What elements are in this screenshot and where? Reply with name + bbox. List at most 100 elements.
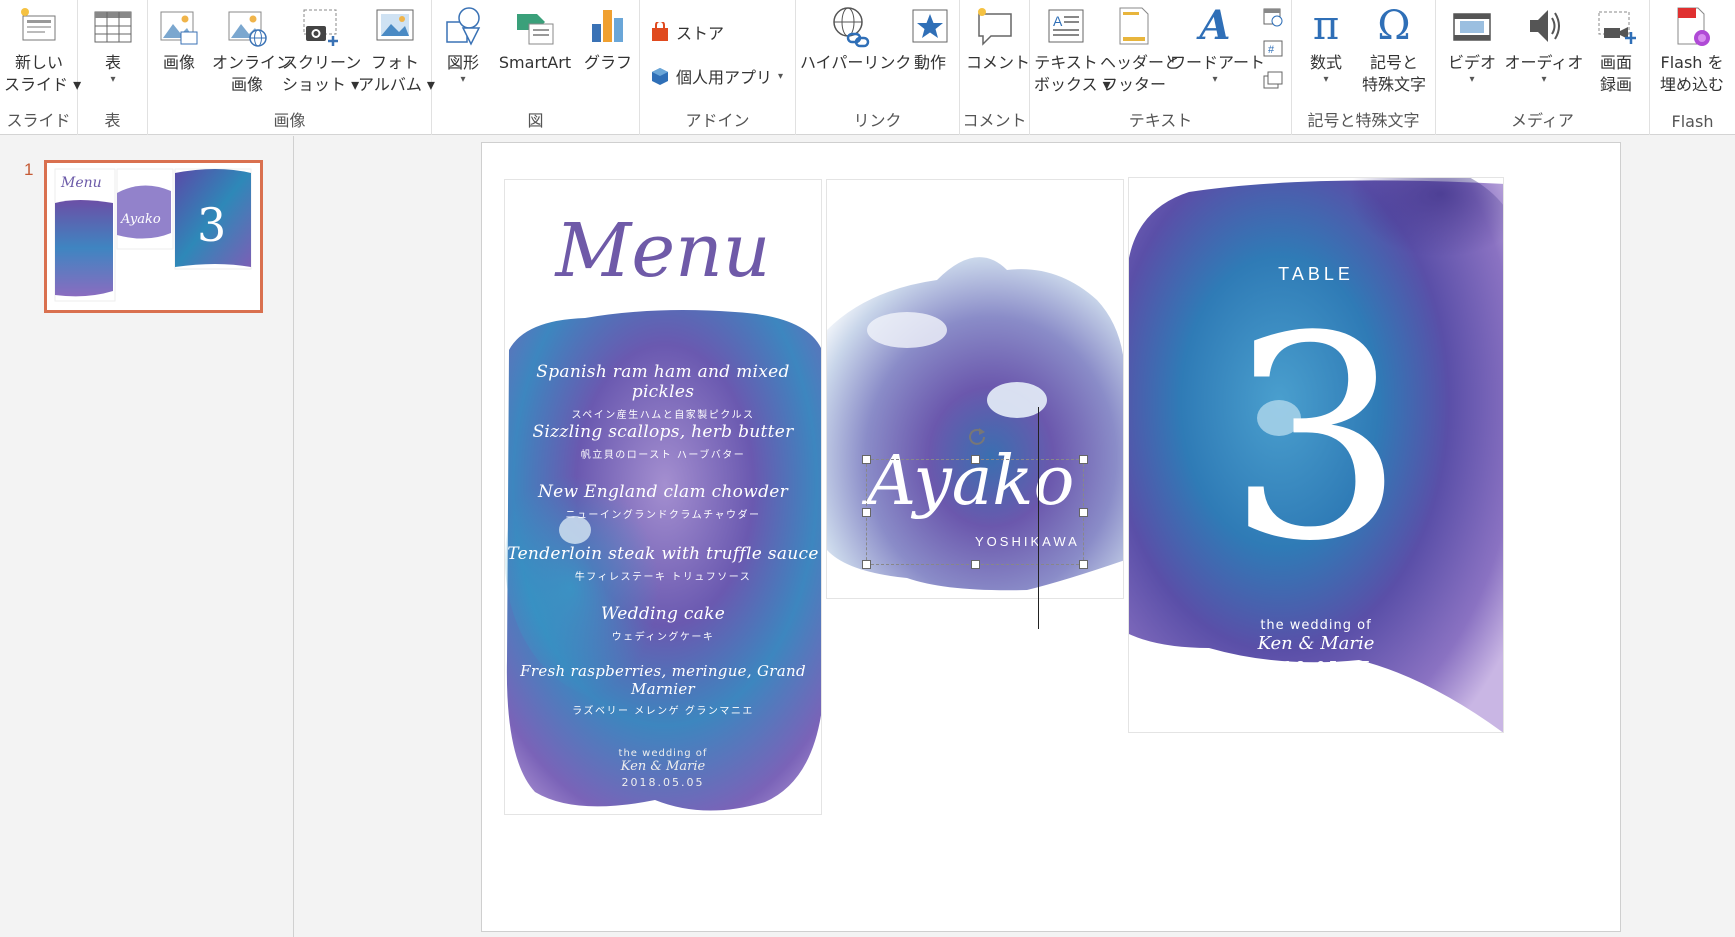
slide-canvas[interactable]: Menu Spanish ram ham and mixed pickles ス… — [481, 142, 1621, 932]
action-button[interactable]: 動作 — [904, 4, 956, 74]
camera-icon — [300, 4, 340, 48]
ribbon-group-text: A テキスト ボックス ▾ ヘッダーと フッター A ワードアート ▾ # テキ… — [1030, 0, 1292, 135]
group-label-table: 表 — [104, 111, 121, 130]
smartart-button[interactable]: SmartArt — [492, 4, 578, 74]
menu-item-5: Wedding cake ウェディングケーキ — [505, 604, 821, 643]
date-time-icon[interactable] — [1262, 6, 1284, 28]
embed-flash-button[interactable]: Flash を 埋め込む — [1652, 4, 1732, 96]
group-label-addins: アドイン — [685, 111, 750, 130]
svg-text:#: # — [1268, 44, 1275, 56]
resize-handle-left[interactable] — [862, 508, 871, 517]
photo-album-button[interactable]: フォト アルバム ▾ — [358, 4, 435, 96]
text-cursor — [1038, 407, 1039, 629]
resize-handle-right[interactable] — [1079, 508, 1088, 517]
resize-handle-top[interactable] — [971, 455, 980, 464]
textbox-button[interactable]: A テキスト ボックス ▾ — [1034, 4, 1111, 96]
resize-handle-bottom-left[interactable] — [862, 560, 871, 569]
star-action-icon — [910, 4, 950, 48]
svg-text:Ayako: Ayako — [120, 212, 161, 227]
menu-item-4-jp: 牛フィレステーキ トリュフソース — [574, 572, 752, 583]
slide-number: 1 — [24, 160, 34, 179]
audio-label: オーディオ — [1504, 53, 1584, 72]
menu-item-6-en: Fresh raspberries, meringue, Grand Marni… — [520, 662, 806, 698]
group-label-media: メディア — [1511, 111, 1574, 130]
photo-album-icon — [375, 4, 415, 48]
my-apps-icon — [652, 68, 668, 85]
rotate-handle-icon[interactable] — [967, 426, 987, 446]
ribbon-group-media: ビデオ ▾ オーディオ ▾ 画面 録画 メディア — [1436, 0, 1650, 135]
comment-label: コメント — [966, 53, 1031, 72]
menu-item-4: Tenderloin steak with truffle sauce 牛フィレ… — [505, 544, 821, 583]
slide-thumbnail-panel: 1 Menu Ayako 3 — [0, 136, 294, 937]
object-icon[interactable] — [1262, 70, 1284, 92]
group-label-slides: スライド — [6, 111, 71, 130]
screenshot-label-line2: ショット ▾ — [282, 75, 360, 94]
comment-button[interactable]: コメント — [966, 4, 1031, 74]
table-card[interactable]: TABLE 3 the wedding of Ken & Marie 2018.… — [1128, 177, 1504, 733]
slide-thumbnail[interactable]: Menu Ayako 3 — [44, 160, 263, 313]
chart-icon — [588, 4, 628, 48]
wordart-label: ワードアート — [1170, 53, 1266, 72]
screen-recording-button[interactable]: 画面 録画 — [1586, 4, 1646, 96]
chevron-down-icon: ▾ — [1323, 74, 1329, 85]
store-icon — [652, 22, 668, 41]
table-footer-date: 2018.05.05 — [1258, 658, 1374, 676]
video-button[interactable]: ビデオ ▾ — [1442, 4, 1502, 85]
ribbon-group-links: ハイパーリンク 動作 リンク — [796, 0, 960, 135]
online-picture-label-line1: オンライン — [212, 53, 293, 72]
table-label: 表 — [104, 53, 121, 72]
menu-item-4-en: Tenderloin steak with truffle sauce — [507, 544, 819, 564]
my-apps-button[interactable]: 個人用アプリ ▾ — [650, 64, 783, 88]
ribbon-group-symbols: π 数式 ▾ Ω 記号と 特殊文字 記号と特殊文字 — [1292, 0, 1436, 135]
shapes-button[interactable]: 図形 ▾ — [438, 4, 488, 85]
screen-recording-icon — [1596, 4, 1636, 48]
comment-icon — [975, 4, 1015, 48]
new-slide-button[interactable]: 新しい スライド ▾ — [4, 4, 81, 96]
header-footer-label-line1: ヘッダーと — [1100, 53, 1181, 72]
omega-icon: Ω — [1377, 3, 1411, 49]
ribbon-group-flash: Flash を 埋め込む Flash — [1650, 0, 1735, 135]
new-slide-icon — [19, 4, 59, 48]
ribbon-group-slides: 新しい スライド ▾ スライド — [0, 0, 81, 135]
audio-button[interactable]: オーディオ ▾ — [1504, 4, 1584, 85]
header-footer-button[interactable]: ヘッダーと フッター — [1100, 4, 1181, 96]
group-label-links: リンク — [853, 111, 902, 130]
menu-item-6-jp: ラズベリー メレンゲ グランマニエ — [572, 706, 754, 717]
ribbon-group-images: 画像 オンライン 画像 スクリーン ショット ▾ フォト アルバム ▾ 画像 — [148, 0, 435, 135]
table-number: 3 — [1226, 277, 1406, 603]
hyperlink-button[interactable]: ハイパーリンク — [800, 4, 911, 74]
shapes-icon — [443, 4, 483, 48]
pi-icon: π — [1312, 3, 1340, 49]
resize-handle-top-left[interactable] — [862, 455, 871, 464]
resize-handle-top-right[interactable] — [1079, 455, 1088, 464]
svg-text:3: 3 — [197, 198, 226, 252]
chevron-down-icon: ▾ — [1541, 74, 1547, 85]
menu-item-5-jp: ウェディングケーキ — [611, 632, 715, 643]
resize-handle-bottom[interactable] — [971, 560, 980, 569]
screen-recording-label-line1: 画面 — [1599, 53, 1632, 72]
resize-handle-bottom-right[interactable] — [1079, 560, 1088, 569]
table-footer: the wedding of Ken & Marie 2018.05.05 — [1129, 618, 1503, 676]
text-small-buttons: # — [1262, 6, 1286, 96]
menu-footer-small: the wedding of — [618, 748, 708, 759]
powerpoint-window: 新しい スライド ▾ スライド 表 ▾ 表 画像 オンライン 画像 スクリーン … — [0, 0, 1735, 937]
symbol-button[interactable]: Ω 記号と 特殊文字 — [1356, 4, 1432, 96]
menu-footer-names: Ken & Marie — [620, 759, 706, 774]
group-label-illustrations: 図 — [527, 111, 544, 130]
symbol-label-line2: 特殊文字 — [1361, 75, 1426, 94]
screenshot-button[interactable]: スクリーン ショット ▾ — [282, 4, 361, 96]
equation-button[interactable]: π 数式 ▾ — [1298, 4, 1354, 85]
menu-card[interactable]: Menu Spanish ram ham and mixed pickles ス… — [504, 179, 822, 815]
chevron-down-icon: ▾ — [110, 74, 116, 85]
selected-textbox-frame[interactable] — [862, 428, 1088, 569]
table-button[interactable]: 表 ▾ — [88, 4, 138, 85]
slide-number-icon[interactable]: # — [1262, 38, 1284, 60]
chart-button[interactable]: グラフ — [580, 4, 636, 74]
symbol-label-line1: 記号と — [1369, 53, 1418, 72]
group-label-symbols: 記号と特殊文字 — [1307, 111, 1420, 130]
wordart-button[interactable]: A ワードアート ▾ — [1170, 4, 1266, 85]
picture-button[interactable]: 画像 — [156, 4, 202, 74]
online-picture-button[interactable]: オンライン 画像 — [212, 4, 293, 96]
store-label: ストア — [676, 24, 725, 43]
store-button[interactable]: ストア — [650, 20, 724, 44]
